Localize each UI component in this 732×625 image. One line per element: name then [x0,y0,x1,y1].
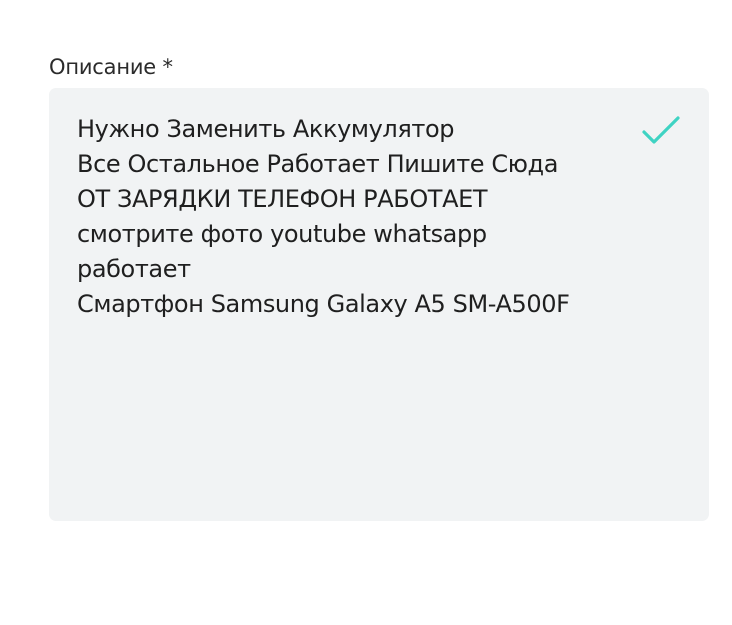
description-line: работает [77,255,191,283]
description-field: Описание * Нужно Заменить Аккумулятор Вс… [49,54,709,521]
description-line: Все Остальное Работает Пишите Сюда [77,150,559,178]
checkmark-icon [641,114,681,148]
description-line: ОТ ЗАРЯДКИ ТЕЛЕФОН РАБОТАЕТ [77,185,488,213]
description-line: Нужно Заменить Аккумулятор [77,115,455,143]
description-text: Нужно Заменить Аккумулятор Все Остальное… [77,112,637,322]
description-textarea[interactable]: Нужно Заменить Аккумулятор Все Остальное… [49,88,709,521]
description-line: смотрите фото youtube whatsapp [77,220,487,248]
description-line: Смартфон Samsung Galaxy A5 SM-A500F [77,290,570,318]
description-label: Описание * [49,55,173,79]
